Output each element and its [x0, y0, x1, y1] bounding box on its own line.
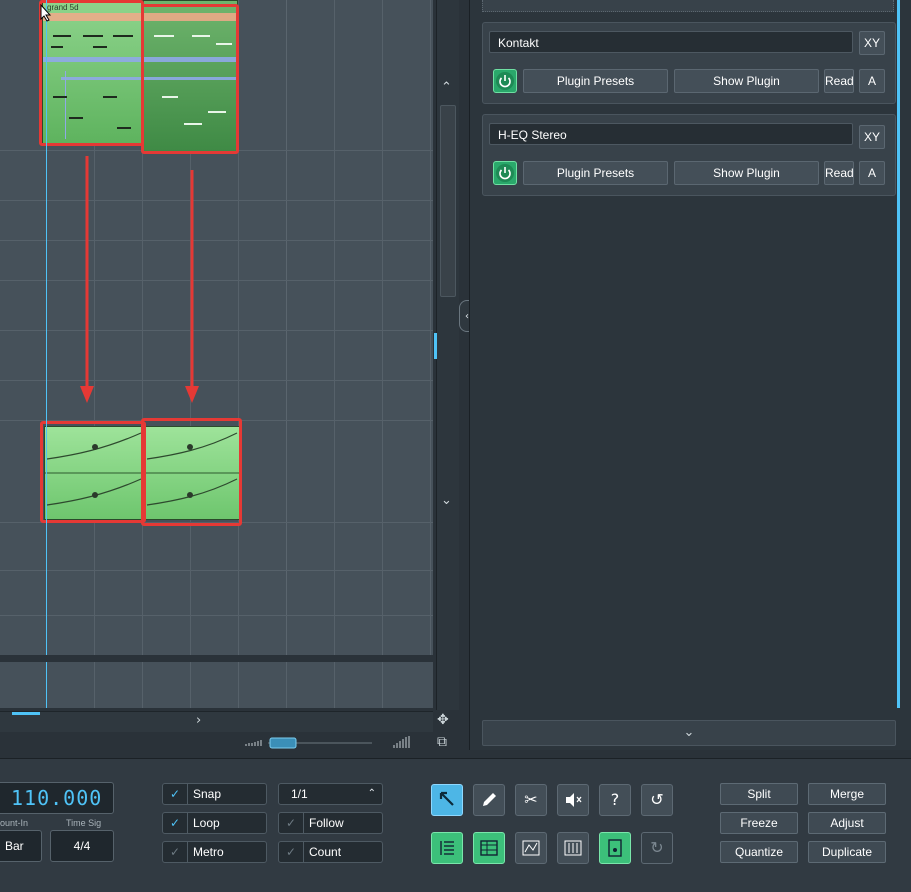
- chevron-up-icon: ⌃: [367, 788, 376, 799]
- metro-toggle[interactable]: ✓ Metro: [162, 841, 267, 863]
- show-plugin-button[interactable]: Show Plugin: [674, 69, 819, 93]
- check-icon: ✓: [163, 842, 188, 862]
- xy-button[interactable]: XY: [859, 31, 885, 55]
- plugin-name[interactable]: H-EQ Stereo: [489, 123, 853, 145]
- redo-button[interactable]: ↻: [641, 832, 673, 864]
- redo-icon: ↻: [650, 838, 664, 857]
- pencil-tool-button[interactable]: [473, 784, 505, 816]
- scroll-thumb[interactable]: [12, 712, 40, 715]
- count-in-label: ount-In: [0, 818, 29, 828]
- duplicate-button[interactable]: Duplicate: [808, 841, 886, 863]
- mute-icon: [566, 793, 582, 807]
- arrange-area[interactable]: grand 5d: [0, 0, 433, 655]
- tempo-display[interactable]: 110.000: [0, 782, 114, 814]
- list-view-button[interactable]: [431, 832, 463, 864]
- split-button[interactable]: Split: [720, 783, 798, 805]
- check-icon: ✓: [163, 784, 188, 804]
- power-icon: [496, 164, 514, 182]
- move-icon[interactable]: ✥: [437, 712, 449, 728]
- plugin-slot-kontakt: Kontakt XY Plugin Presets Show Plugin Re…: [482, 22, 896, 104]
- count-toggle[interactable]: ✓ Count: [278, 841, 383, 863]
- pointer-icon: [439, 791, 454, 806]
- loop-label: Loop: [193, 816, 220, 830]
- mute-tool-button[interactable]: [557, 784, 589, 816]
- playhead[interactable]: [46, 0, 47, 655]
- check-icon: ✓: [279, 842, 304, 862]
- tempo-value: 110.000: [11, 786, 103, 810]
- chevron-down-icon: ⌄: [683, 725, 695, 740]
- read-button[interactable]: Read: [824, 161, 854, 185]
- quantize-value: 1/1: [291, 787, 308, 801]
- undo-button[interactable]: ↺: [641, 784, 673, 816]
- grid-view-button[interactable]: [473, 832, 505, 864]
- horizontal-scrollbar[interactable]: ›: [0, 711, 433, 732]
- highlight-box-bottom-2: [141, 418, 242, 526]
- scroll-up-icon[interactable]: ⌃: [441, 80, 452, 95]
- snap-label: Snap: [193, 787, 222, 801]
- mixer-faders-button[interactable]: [557, 832, 589, 864]
- power-icon: [496, 72, 514, 90]
- panel-expand-bar[interactable]: ⌄: [482, 720, 896, 746]
- count-in-field[interactable]: Bar: [0, 830, 42, 862]
- time-signature-field[interactable]: 4/4: [50, 830, 114, 862]
- power-button[interactable]: [493, 161, 517, 185]
- follow-toggle[interactable]: ✓ Follow: [278, 812, 383, 834]
- count-in-value: Bar: [5, 839, 24, 853]
- read-button[interactable]: Read: [824, 69, 854, 93]
- scroll-right-icon[interactable]: ›: [196, 713, 201, 728]
- arrow-annotations: [80, 156, 199, 403]
- power-button[interactable]: [493, 69, 517, 93]
- bottom-toolbar: 110.000 ount-In Time Sig Bar 4/4 ✓ Snap ✓…: [0, 758, 911, 892]
- zoom-slider-graphic: [245, 736, 410, 749]
- plugin-presets-button[interactable]: Plugin Presets: [523, 161, 668, 185]
- plugin-panel: Kontakt XY Plugin Presets Show Plugin Re…: [469, 0, 911, 750]
- scissors-tool-button[interactable]: ✂: [515, 784, 547, 816]
- pointer-tool-button[interactable]: [431, 784, 463, 816]
- highlight-box-bottom-1: [40, 421, 146, 523]
- help-icon: ?: [610, 790, 620, 809]
- freeze-button[interactable]: Freeze: [720, 812, 798, 834]
- quantize-select[interactable]: 1/1 ⌃: [278, 783, 383, 805]
- scroll-down-icon[interactable]: ⌄: [441, 493, 452, 508]
- plugin-presets-button[interactable]: Plugin Presets: [523, 69, 668, 93]
- pencil-icon: [483, 793, 496, 806]
- lower-track-strip: [0, 662, 433, 708]
- automation-a-button[interactable]: A: [859, 69, 885, 93]
- adjust-button[interactable]: Adjust: [808, 812, 886, 834]
- loop-toggle[interactable]: ✓ Loop: [162, 812, 267, 834]
- fit-window-icon[interactable]: ⧉: [437, 734, 447, 750]
- help-button[interactable]: ?: [599, 784, 631, 816]
- mixer-graph-icon: [522, 840, 540, 856]
- snap-toggle[interactable]: ✓ Snap: [162, 783, 267, 805]
- grid-view-icon: [480, 840, 498, 856]
- follow-label: Follow: [309, 816, 344, 830]
- mouse-cursor-icon: [40, 4, 52, 22]
- check-icon: ✓: [163, 813, 188, 833]
- tempo-track-icon: [608, 839, 622, 857]
- zoom-slider[interactable]: [244, 736, 414, 750]
- scissors-icon: ✂: [524, 790, 538, 809]
- quantize-button[interactable]: Quantize: [720, 841, 798, 863]
- tempo-track-button[interactable]: [599, 832, 631, 864]
- merge-button[interactable]: Merge: [808, 783, 886, 805]
- show-plugin-button[interactable]: Show Plugin: [674, 161, 819, 185]
- xy-button[interactable]: XY: [859, 125, 885, 149]
- vscroll-thumb[interactable]: [440, 105, 456, 297]
- list-view-icon: [440, 841, 454, 855]
- plugin-name[interactable]: Kontakt: [489, 31, 853, 53]
- automation-a-button[interactable]: A: [859, 161, 885, 185]
- mixer-faders-icon: [564, 840, 582, 856]
- count-label: Count: [309, 845, 342, 859]
- check-icon: ✓: [279, 813, 304, 833]
- mixer-graph-button[interactable]: [515, 832, 547, 864]
- time-signature-value: 4/4: [73, 839, 91, 853]
- time-sig-label: Time Sig: [66, 818, 102, 828]
- plugin-slot-h-eq-stereo: H-EQ Stereo XY Plugin Presets Show Plugi…: [482, 114, 896, 196]
- undo-icon: ↺: [650, 790, 664, 809]
- metro-label: Metro: [193, 845, 224, 859]
- vertical-scrollbar[interactable]: ⌃ ⌄: [434, 0, 459, 710]
